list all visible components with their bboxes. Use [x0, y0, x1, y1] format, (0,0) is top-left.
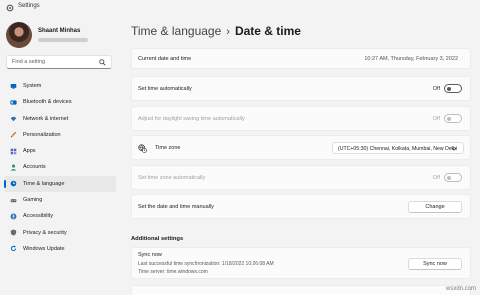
toggle-switch[interactable]: [444, 114, 462, 123]
toggle-state: Off: [432, 85, 440, 92]
time-zone-label: Time zone: [155, 145, 181, 151]
chevron-down-icon: [451, 146, 457, 151]
watermark: wsxdn.com: [445, 286, 476, 292]
sidebar-item-label: Network & internet: [23, 115, 69, 122]
page-title: Date & time: [234, 24, 301, 38]
clock-globe-icon: [10, 180, 17, 187]
last-sync-text: Last successful time synchronization: 1/…: [138, 261, 274, 267]
sidebar-item-label: Time & language: [23, 180, 65, 187]
time-zone-automatically-toggle[interactable]: Off: [422, 173, 462, 183]
profile-email-redacted: [38, 38, 88, 42]
sidebar-item-gaming[interactable]: Gaming: [4, 192, 116, 208]
toggle-state: Off: [432, 174, 440, 181]
sidebar-item-label: Accounts: [23, 164, 46, 171]
sidebar-item-label: Apps: [23, 148, 36, 155]
breadcrumb: Time & language › Date & time: [131, 22, 301, 40]
sidebar-item-accounts[interactable]: Accounts: [4, 159, 116, 175]
accessibility-icon: [10, 213, 17, 220]
breadcrumb-separator: ›: [226, 26, 230, 38]
set-time-automatically-label: Set time automatically: [138, 86, 192, 92]
sidebar-item-label: System: [23, 83, 42, 89]
sidebar-item-label: Accessibility: [23, 213, 53, 220]
current-datetime-value: 10:27 AM, Thursday, February 3, 2022: [364, 56, 458, 62]
bluetooth-icon: [10, 100, 17, 105]
sidebar-item-label: Bluetooth & devices: [23, 99, 72, 106]
time-zone-automatically-label: Set time zone automatically: [138, 175, 206, 181]
refresh-icon: [10, 246, 17, 252]
avatar: [6, 22, 32, 48]
time-zone-select[interactable]: (UTC+05:30) Chennai, Kolkata, Mumbai, Ne…: [332, 142, 464, 154]
time-zone-value: (UTC+05:30) Chennai, Kolkata, Mumbai, Ne…: [338, 145, 457, 152]
sync-now-button[interactable]: Sync now: [408, 258, 462, 270]
window-title: Settings: [18, 3, 40, 9]
set-manually-label: Set the date and time manually: [138, 204, 214, 210]
sidebar-item-system[interactable]: System: [4, 78, 116, 94]
brush-icon: [10, 132, 17, 138]
toggle-switch[interactable]: [444, 84, 462, 93]
sidebar-item-label: Privacy & security: [23, 229, 67, 236]
time-zone-automatically-card: Set time zone automatically Off: [131, 165, 471, 190]
sidebar-item-apps[interactable]: Apps: [4, 143, 116, 159]
apps-icon: [10, 148, 17, 154]
search-placeholder: Find a setting: [12, 59, 46, 65]
sidebar-item-label: Windows Update: [23, 245, 65, 252]
sync-now-card: Sync now Last successful time synchroniz…: [131, 247, 471, 279]
toggle-switch[interactable]: [444, 173, 462, 182]
set-manually-card: Set the date and time manually Change: [131, 194, 471, 219]
wifi-icon: [10, 117, 17, 122]
daylight-saving-toggle[interactable]: Off: [422, 114, 462, 124]
daylight-saving-label: Adjust for daylight saving time automati…: [138, 116, 245, 122]
current-datetime-card: Current date and time 10:27 AM, Thursday…: [131, 48, 471, 69]
sidebar-item-personalization[interactable]: Personalization: [4, 127, 116, 143]
sidebar-item-windows-update[interactable]: Windows Update: [4, 241, 116, 257]
sidebar-item-accessibility[interactable]: Accessibility: [4, 208, 116, 224]
search-input[interactable]: Find a setting: [6, 55, 112, 69]
shield-icon: [10, 229, 17, 236]
sync-now-title: Sync now: [138, 252, 162, 258]
sidebar-item-privacy-security[interactable]: Privacy & security: [4, 225, 116, 241]
sidebar-item-label: Gaming: [23, 197, 43, 204]
time-zone-card: Time zone (UTC+05:30) Chennai, Kolkata, …: [131, 135, 471, 160]
set-time-automatically-toggle[interactable]: Off: [422, 84, 462, 94]
toggle-state: Off: [432, 115, 440, 122]
next-setting-card-partial: [131, 285, 471, 295]
change-button[interactable]: Change: [408, 201, 462, 213]
sidebar-nav: System Bluetooth & devices Network & int…: [4, 78, 116, 257]
set-time-automatically-card: Set time automatically Off: [131, 76, 471, 101]
daylight-saving-card: Adjust for daylight saving time automati…: [131, 106, 471, 131]
settings-app-icon: [6, 4, 14, 12]
sidebar: Shaant Minhas Find a setting System Blue…: [0, 16, 122, 295]
profile-name: Shaant Minhas: [38, 28, 81, 34]
time-server-text: Time server: time.windows.com: [138, 269, 208, 275]
title-bar: Settings: [0, 0, 480, 16]
sidebar-item-time-language[interactable]: Time & language: [4, 175, 116, 193]
sidebar-item-label: Personalization: [23, 131, 61, 138]
breadcrumb-parent[interactable]: Time & language: [131, 24, 221, 38]
sidebar-item-bluetooth-devices[interactable]: Bluetooth & devices: [4, 94, 116, 110]
current-datetime-label: Current date and time: [138, 56, 192, 62]
sidebar-item-network-internet[interactable]: Network & internet: [4, 111, 116, 127]
additional-settings-title: Additional settings: [131, 236, 184, 242]
monitor-icon: [10, 83, 17, 89]
controller-icon: [10, 198, 17, 202]
person-icon: [10, 164, 17, 171]
search-icon: [99, 59, 106, 66]
globe-clock-icon: [138, 144, 147, 153]
